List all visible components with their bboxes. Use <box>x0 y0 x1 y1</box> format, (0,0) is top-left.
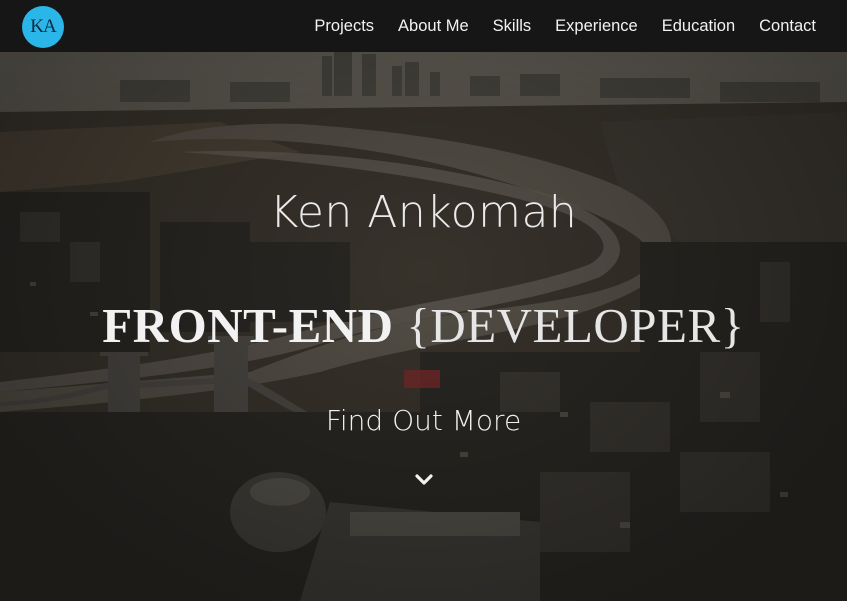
nav-link-experience[interactable]: Experience <box>555 17 638 36</box>
chevron-down-icon[interactable] <box>413 470 435 490</box>
find-out-more-link[interactable]: Find Out More <box>0 404 847 437</box>
nav-link-projects[interactable]: Projects <box>314 17 374 36</box>
nav-link-skills[interactable]: Skills <box>493 17 532 36</box>
navbar: KA Projects About Me Skills Experience E… <box>0 0 847 52</box>
nav-link-education[interactable]: Education <box>662 17 735 36</box>
hero-section: Ken Ankomah FRONT-END {DEVELOPER} Find O… <box>0 52 847 601</box>
hero-name: Ken Ankomah <box>269 187 578 238</box>
hero-role: FRONT-END {DEVELOPER} <box>0 297 847 354</box>
nav-links: Projects About Me Skills Experience Educ… <box>290 0 816 52</box>
hero-role-secondary: {DEVELOPER} <box>406 298 745 353</box>
logo-text: KA <box>30 16 56 37</box>
nav-link-contact[interactable]: Contact <box>759 17 816 36</box>
logo[interactable]: KA <box>22 6 64 48</box>
hero-role-primary: FRONT-END <box>102 298 394 353</box>
nav-link-about-me[interactable]: About Me <box>398 17 469 36</box>
